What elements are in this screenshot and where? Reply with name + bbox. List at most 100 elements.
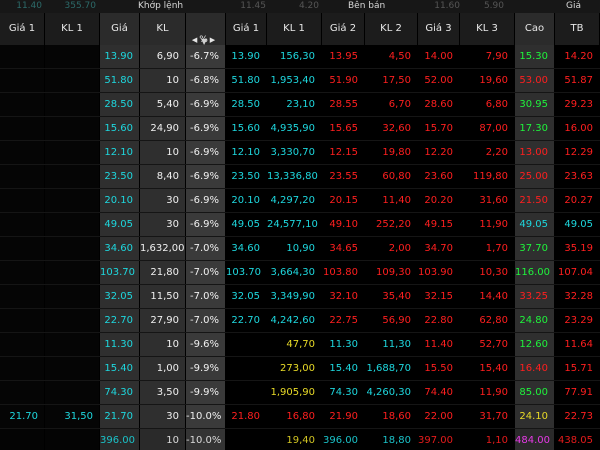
sell-price-1-cell[interactable]: 23.50	[226, 165, 267, 188]
sell-volume-1-cell[interactable]: 1,905,90	[267, 381, 322, 404]
average-price-cell[interactable]: 35.19	[555, 237, 600, 260]
sell-price-3-cell[interactable]: 103.90	[418, 261, 460, 284]
sell-price-1-cell[interactable]: 22.70	[226, 309, 267, 332]
buy-volume-1-cell[interactable]	[45, 93, 100, 116]
sell-price-2-cell[interactable]: 28.55	[322, 93, 365, 116]
sell-volume-3-cell[interactable]: 87,00	[460, 117, 515, 140]
sell-price-3-cell[interactable]: 22.80	[418, 309, 460, 332]
sell-volume-1-cell[interactable]: 3,330,70	[267, 141, 322, 164]
match-percent-cell[interactable]: -6.7%	[186, 45, 226, 68]
match-percent-cell[interactable]: -9.9%	[186, 381, 226, 404]
match-volume-cell[interactable]: 21,80	[140, 261, 186, 284]
match-price-cell[interactable]: 49.05	[100, 213, 140, 236]
sell-price-2-cell[interactable]: 49.10	[322, 213, 365, 236]
table-row[interactable]: 34.60 1,632,00 -7.0% 34.60 10,90 34.65 2,00 34.…	[0, 237, 600, 261]
buy-volume-1-cell[interactable]	[45, 213, 100, 236]
sell-volume-2-cell[interactable]: 18,60	[365, 405, 418, 428]
table-row[interactable]: 103.70 21,80 -7.0% 103.70 3,664,30 103.80 109,…	[0, 261, 600, 285]
high-price-cell[interactable]: 37.70	[515, 237, 555, 260]
buy-price-1-cell[interactable]	[0, 429, 45, 450]
buy-price-1-cell[interactable]	[0, 189, 45, 212]
sell-price-3-cell[interactable]: 49.15	[418, 213, 460, 236]
header-match-price[interactable]: Giá	[100, 13, 140, 45]
match-volume-cell[interactable]: 30	[140, 405, 186, 428]
sell-volume-3-cell[interactable]: 11,90	[460, 213, 515, 236]
high-price-cell[interactable]: 17.30	[515, 117, 555, 140]
buy-volume-1-cell[interactable]	[45, 165, 100, 188]
buy-volume-1-cell[interactable]	[45, 429, 100, 450]
match-percent-cell[interactable]: -6.9%	[186, 165, 226, 188]
header-sell-price-3[interactable]: Giá 3	[418, 13, 460, 45]
sell-price-2-cell[interactable]: 51.90	[322, 69, 365, 92]
sell-price-1-cell[interactable]: 49.05	[226, 213, 267, 236]
average-price-cell[interactable]: 29.23	[555, 93, 600, 116]
match-volume-cell[interactable]: 10	[140, 141, 186, 164]
sell-price-2-cell[interactable]: 12.15	[322, 141, 365, 164]
high-price-cell[interactable]: 15.30	[515, 45, 555, 68]
sell-volume-3-cell[interactable]: 19,60	[460, 69, 515, 92]
table-row[interactable]: 11.30 10 -9.6% 47,70 11.30 11,30 11.40 52,70 12.…	[0, 333, 600, 357]
sell-price-1-cell[interactable]	[226, 333, 267, 356]
match-percent-cell[interactable]: -6.9%	[186, 93, 226, 116]
header-high-price[interactable]: Cao	[515, 13, 555, 45]
match-price-cell[interactable]: 34.60	[100, 237, 140, 260]
buy-price-1-cell[interactable]	[0, 93, 45, 116]
sell-price-1-cell[interactable]	[226, 429, 267, 450]
match-percent-cell[interactable]: -6.9%	[186, 117, 226, 140]
sell-price-2-cell[interactable]: 23.55	[322, 165, 365, 188]
sell-volume-2-cell[interactable]: 11,40	[365, 189, 418, 212]
sell-volume-1-cell[interactable]: 4,297,20	[267, 189, 322, 212]
arrow-right-icon[interactable]: ▶	[210, 36, 215, 44]
sell-price-3-cell[interactable]: 20.20	[418, 189, 460, 212]
table-row[interactable]: 23.50 8,40 -6.9% 23.50 13,336,80 23.55 60,80 23…	[0, 165, 600, 189]
table-row[interactable]: 12.10 10 -6.9% 12.10 3,330,70 12.15 19,80 12.20…	[0, 141, 600, 165]
match-volume-cell[interactable]: 5,40	[140, 93, 186, 116]
sell-volume-3-cell[interactable]: 52,70	[460, 333, 515, 356]
sell-volume-1-cell[interactable]: 10,90	[267, 237, 322, 260]
buy-volume-1-cell[interactable]	[45, 357, 100, 380]
high-price-cell[interactable]: 116.00	[515, 261, 555, 284]
header-average-price[interactable]: TB	[555, 13, 600, 45]
high-price-cell[interactable]: 25.00	[515, 165, 555, 188]
average-price-cell[interactable]: 14.20	[555, 45, 600, 68]
sell-price-3-cell[interactable]: 52.00	[418, 69, 460, 92]
sell-price-3-cell[interactable]: 11.40	[418, 333, 460, 356]
table-row[interactable]: 49.05 30 -6.9% 49.05 24,577,10 49.10 252,20 49.…	[0, 213, 600, 237]
sell-price-2-cell[interactable]: 34.65	[322, 237, 365, 260]
sell-price-2-cell[interactable]: 15.40	[322, 357, 365, 380]
sell-volume-3-cell[interactable]: 10,30	[460, 261, 515, 284]
match-price-cell[interactable]: 23.50	[100, 165, 140, 188]
high-price-cell[interactable]: 30.95	[515, 93, 555, 116]
buy-price-1-cell[interactable]	[0, 357, 45, 380]
match-volume-cell[interactable]: 10	[140, 333, 186, 356]
header-sell-volume-1[interactable]: KL 1	[267, 13, 322, 45]
sell-volume-3-cell[interactable]: 2,20	[460, 141, 515, 164]
table-row[interactable]: 74.30 3,50 -9.9% 1,905,90 74.30 4,260,30 74.40…	[0, 381, 600, 405]
buy-volume-1-cell[interactable]	[45, 285, 100, 308]
header-sell-volume-2[interactable]: KL 2	[365, 13, 418, 45]
match-percent-cell[interactable]: -6.8%	[186, 69, 226, 92]
high-price-cell[interactable]: 33.25	[515, 285, 555, 308]
average-price-cell[interactable]: 11.64	[555, 333, 600, 356]
buy-price-1-cell[interactable]	[0, 45, 45, 68]
average-price-cell[interactable]: 23.29	[555, 309, 600, 332]
sell-volume-2-cell[interactable]: 32,60	[365, 117, 418, 140]
sell-volume-3-cell[interactable]: 15,40	[460, 357, 515, 380]
average-price-cell[interactable]: 12.29	[555, 141, 600, 164]
sell-price-2-cell[interactable]: 11.30	[322, 333, 365, 356]
sell-price-1-cell[interactable]: 103.70	[226, 261, 267, 284]
match-price-cell[interactable]: 28.50	[100, 93, 140, 116]
table-row[interactable]: 21.70 31,50 21.70 30 -10.0% 21.80 16,80 21.90 18…	[0, 405, 600, 429]
high-price-cell[interactable]: 21.50	[515, 189, 555, 212]
match-volume-cell[interactable]: 27,90	[140, 309, 186, 332]
sell-volume-2-cell[interactable]: 6,70	[365, 93, 418, 116]
sell-volume-3-cell[interactable]: 7,90	[460, 45, 515, 68]
sell-volume-1-cell[interactable]: 23,10	[267, 93, 322, 116]
average-price-cell[interactable]: 49.05	[555, 213, 600, 236]
sell-volume-1-cell[interactable]: 24,577,10	[267, 213, 322, 236]
match-volume-cell[interactable]: 30	[140, 189, 186, 212]
sell-volume-2-cell[interactable]: 109,30	[365, 261, 418, 284]
buy-price-1-cell[interactable]	[0, 237, 45, 260]
table-row[interactable]: 28.50 5,40 -6.9% 28.50 23,10 28.55 6,70 28.60 6,…	[0, 93, 600, 117]
match-volume-cell[interactable]: 6,90	[140, 45, 186, 68]
